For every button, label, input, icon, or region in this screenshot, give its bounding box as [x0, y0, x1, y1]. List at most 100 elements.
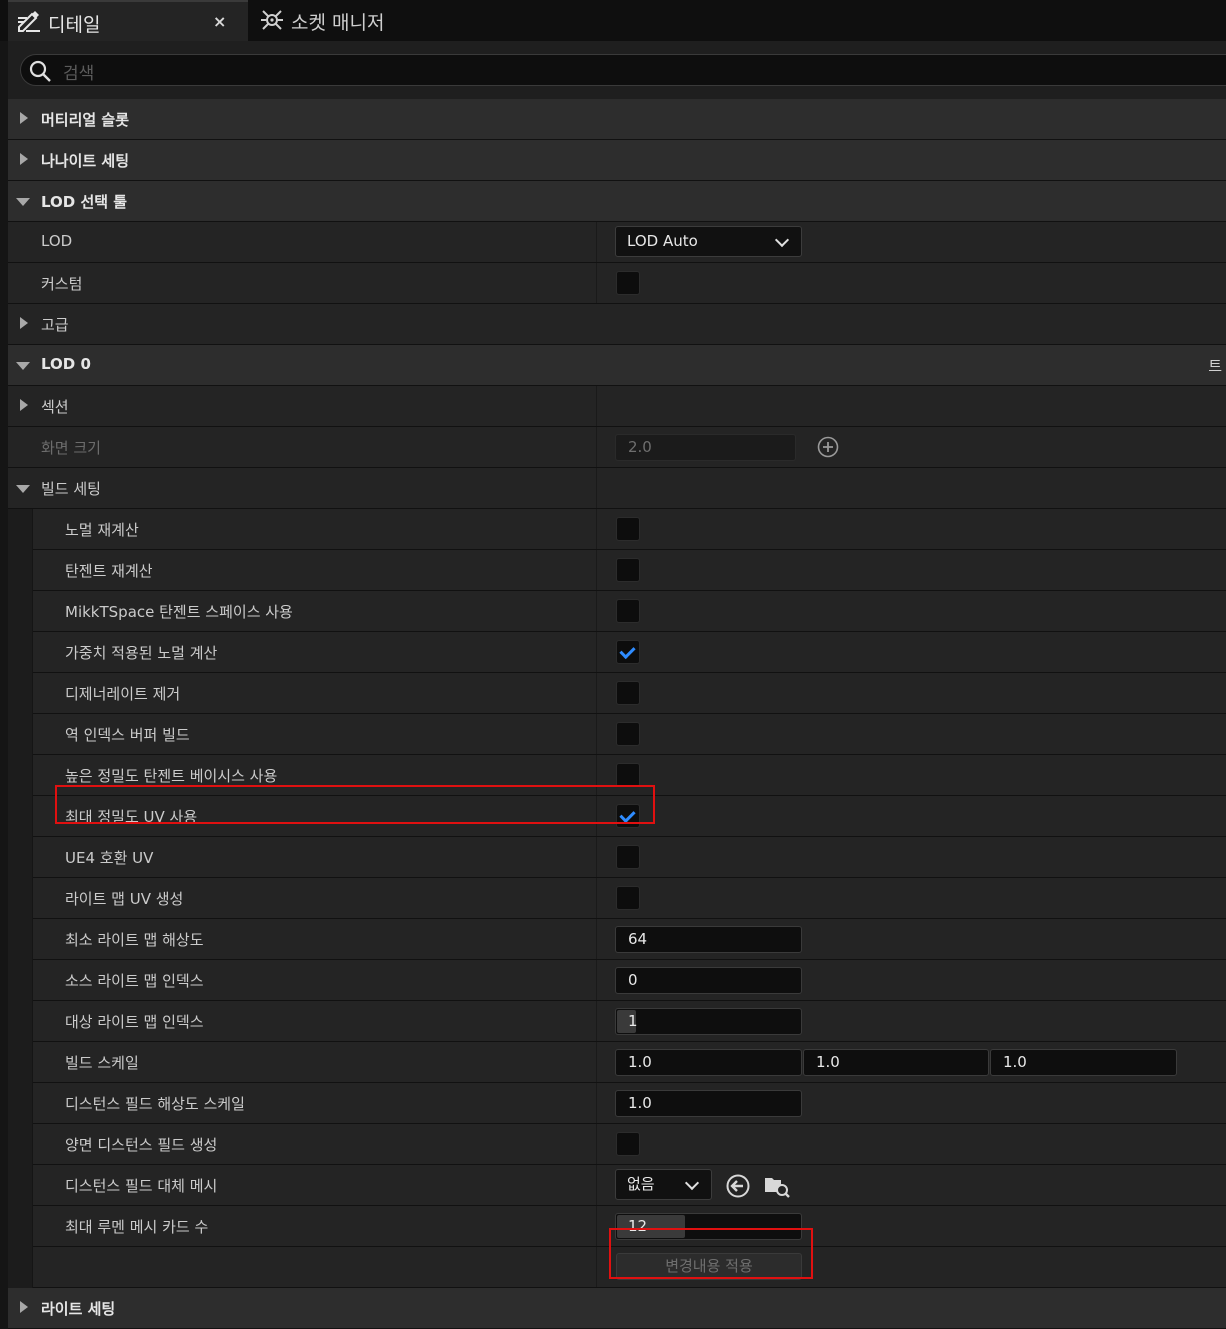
two-sided-df-checkbox[interactable] — [616, 1132, 640, 1156]
search-input[interactable]: 검색 — [20, 54, 1226, 86]
mikkt-checkbox[interactable] — [616, 599, 640, 623]
category-label: 나나이트 세팅 — [41, 152, 130, 170]
full-precision-uv-checkbox[interactable] — [616, 804, 640, 828]
expand-arrow-icon[interactable] — [20, 399, 28, 411]
property-row-advanced[interactable]: 고급 — [8, 304, 1226, 345]
column-divider[interactable] — [596, 1001, 597, 1041]
column-divider[interactable] — [596, 263, 597, 303]
indent-gutter — [8, 960, 33, 1001]
column-divider[interactable] — [596, 796, 597, 836]
dst-lightmap-idx-spinbox[interactable]: 1 — [615, 1008, 802, 1035]
indent-gutter — [8, 919, 33, 960]
column-divider[interactable] — [596, 1083, 597, 1123]
property-row-weighted-normals: 가중치 적용된 노멀 계산 — [8, 632, 1226, 673]
chevron-down-icon — [684, 1175, 700, 1191]
weighted-normals-checkbox[interactable] — [616, 640, 640, 664]
indent-gutter — [8, 1206, 33, 1247]
df-replacement-combo[interactable]: 없음 — [615, 1169, 712, 1200]
lod-combo[interactable]: LOD Auto — [615, 226, 802, 257]
column-divider[interactable] — [596, 1165, 597, 1205]
column-divider[interactable] — [596, 919, 597, 959]
property-row-custom: 커스텀 — [8, 263, 1226, 304]
high-precision-tangent-checkbox[interactable] — [616, 763, 640, 787]
category-lod-picker[interactable]: LOD 선택 툴 — [8, 181, 1226, 222]
search-icon — [28, 59, 52, 87]
custom-checkbox[interactable] — [616, 271, 640, 295]
src-lightmap-idx-field[interactable]: 0 — [615, 967, 802, 994]
column-divider[interactable] — [596, 468, 597, 508]
max-lumen-cards-spinbox[interactable]: 12 — [615, 1213, 802, 1240]
property-label: 노멀 재계산 — [65, 521, 139, 539]
property-label: 높은 정밀도 탄젠트 베이시스 사용 — [65, 767, 278, 785]
category-lod0[interactable]: LOD 0 트 — [8, 345, 1226, 386]
property-label: 가중치 적용된 노멀 계산 — [65, 644, 218, 662]
column-divider[interactable] — [596, 1124, 597, 1164]
category-label: LOD 0 — [41, 355, 91, 373]
property-row-sections[interactable]: 섹션 — [8, 386, 1226, 427]
column-divider[interactable] — [596, 714, 597, 754]
remove-degenerates-checkbox[interactable] — [616, 681, 640, 705]
indent-gutter — [8, 796, 33, 837]
expand-arrow-icon[interactable] — [20, 153, 28, 165]
property-row-apply: 변경내용 적용 — [8, 1247, 1226, 1288]
add-circle-icon[interactable] — [816, 435, 840, 463]
gen-lightmap-uv-checkbox[interactable] — [616, 886, 640, 910]
column-divider[interactable] — [596, 1042, 597, 1082]
expand-arrow-icon[interactable] — [20, 1301, 28, 1313]
indent-gutter — [8, 673, 33, 714]
property-label: 디제너레이트 제거 — [65, 685, 181, 703]
column-divider[interactable] — [596, 673, 597, 713]
column-divider[interactable] — [596, 632, 597, 672]
tab-details[interactable]: 디테일 × — [8, 0, 248, 41]
column-divider[interactable] — [596, 837, 597, 877]
property-row-lod: LOD LOD Auto — [8, 222, 1226, 263]
property-row-remove-degenerates: 디제너레이트 제거 — [8, 673, 1226, 714]
screen-size-field[interactable]: 2.0 — [615, 434, 796, 461]
column-divider[interactable] — [596, 878, 597, 918]
column-divider[interactable] — [596, 591, 597, 631]
indent-gutter — [8, 509, 33, 550]
column-divider[interactable] — [596, 1247, 597, 1287]
lod-combo-value: LOD Auto — [627, 232, 698, 250]
indent-gutter — [8, 632, 33, 673]
expand-arrow-icon[interactable] — [20, 317, 28, 329]
use-selected-asset-icon[interactable] — [725, 1173, 751, 1203]
indent-gutter — [8, 591, 33, 632]
column-divider[interactable] — [596, 509, 597, 549]
property-row-build-settings[interactable]: 빌드 세팅 — [8, 468, 1226, 509]
property-label: 화면 크기 — [41, 439, 101, 457]
collapse-arrow-icon[interactable] — [16, 198, 30, 206]
column-divider[interactable] — [596, 427, 597, 467]
column-divider[interactable] — [596, 222, 597, 262]
df-res-scale-field[interactable]: 1.0 — [615, 1090, 802, 1117]
column-divider[interactable] — [596, 960, 597, 1000]
column-divider[interactable] — [596, 755, 597, 795]
indent-gutter — [8, 755, 33, 796]
category-nanite-settings[interactable]: 나나이트 세팅 — [8, 140, 1226, 181]
property-row-gen-lightmap-uv: 라이트 맵 UV 생성 — [8, 878, 1226, 919]
column-divider[interactable] — [596, 1206, 597, 1246]
indent-gutter — [8, 837, 33, 878]
category-material-slots[interactable]: 머티리얼 슬롯 — [8, 99, 1226, 140]
collapse-arrow-icon[interactable] — [16, 485, 30, 493]
build-scale-x-field[interactable]: 1.0 — [615, 1049, 802, 1076]
min-lightmap-res-field[interactable]: 64 — [615, 926, 802, 953]
apply-changes-button[interactable]: 변경내용 적용 — [616, 1253, 802, 1280]
close-icon[interactable]: × — [213, 12, 226, 31]
property-row-high-precision-tangent: 높은 정밀도 탄젠트 베이시스 사용 — [8, 755, 1226, 796]
collapse-arrow-icon[interactable] — [16, 362, 30, 370]
expand-arrow-icon[interactable] — [20, 112, 28, 124]
column-divider[interactable] — [596, 550, 597, 590]
build-scale-y-field[interactable]: 1.0 — [803, 1049, 989, 1076]
column-divider[interactable] — [596, 386, 597, 426]
browse-folder-icon[interactable] — [763, 1173, 791, 1203]
category-lighting-partial[interactable]: 라이트 세팅 — [8, 1288, 1226, 1329]
ue4-uv-checkbox[interactable] — [616, 845, 640, 869]
property-row-build-scale: 빌드 스케일 1.0 1.0 1.0 — [8, 1042, 1226, 1083]
recompute-tangents-checkbox[interactable] — [616, 558, 640, 582]
property-label: 최소 라이트 맵 해상도 — [65, 931, 204, 949]
property-row-ue4-uv: UE4 호환 UV — [8, 837, 1226, 878]
build-scale-z-field[interactable]: 1.0 — [990, 1049, 1177, 1076]
reversed-index-checkbox[interactable] — [616, 722, 640, 746]
recompute-normals-checkbox[interactable] — [616, 517, 640, 541]
